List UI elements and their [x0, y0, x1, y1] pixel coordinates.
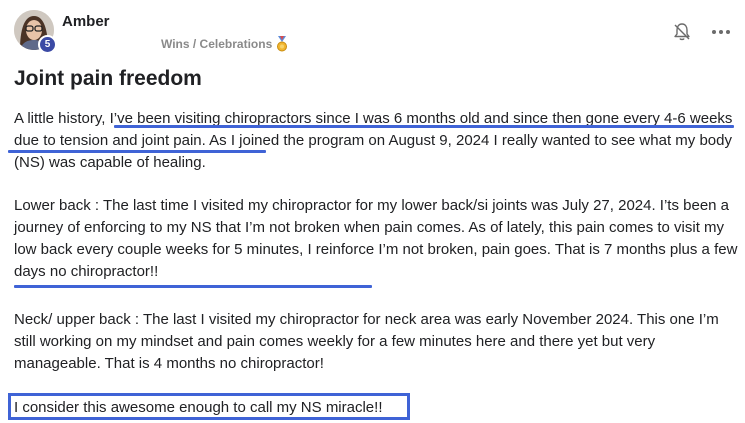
post-paragraph-neck: Neck/ upper back : The last I visited my… [14, 311, 719, 372]
post-paragraph-history: A little history, I’ve been visiting chi… [14, 108, 739, 174]
category-label: Wins / Celebrations [161, 37, 273, 51]
level-badge: 5 [38, 35, 57, 54]
medal-icon [277, 36, 288, 52]
annotation-underline [114, 125, 734, 128]
post-title: Joint pain freedom [14, 67, 202, 90]
bell-off-icon[interactable] [672, 22, 692, 42]
post-category[interactable]: Wins / Celebrations [161, 36, 288, 52]
more-horizontal-icon[interactable] [711, 28, 731, 36]
annotation-underline [14, 285, 372, 288]
annotation-box [8, 393, 410, 420]
post-header: 5 Amber Wins / Celebrations [0, 0, 745, 60]
author-name[interactable]: Amber [62, 13, 110, 30]
post-paragraph-lower-back: Lower back : The last time I visited my … [14, 195, 739, 283]
annotation-underline [8, 150, 266, 153]
history-intro: A little history, [14, 110, 110, 127]
